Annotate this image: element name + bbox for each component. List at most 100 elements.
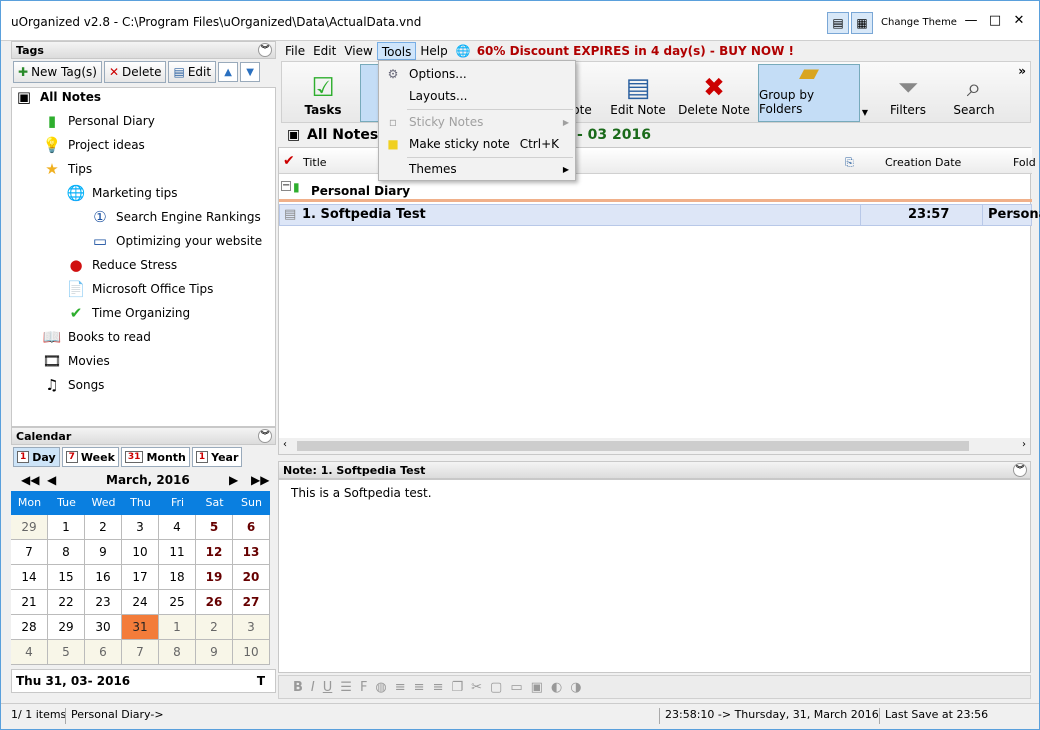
- scroll-left-icon[interactable]: ‹: [283, 439, 287, 450]
- tags-collapse-icon[interactable]: ︾: [258, 43, 272, 57]
- edit-tag-button[interactable]: ▤ Edit: [168, 61, 217, 83]
- calendar-day[interactable]: 27: [233, 590, 270, 615]
- tab-month[interactable]: 31 Month: [120, 447, 190, 467]
- tag-item-search-engine-rankings[interactable]: ① Search Engine Rankings: [90, 206, 261, 228]
- today-button[interactable]: T: [257, 674, 265, 688]
- col-creation-date[interactable]: Creation Date: [885, 156, 961, 169]
- align-center-icon[interactable]: ≡: [414, 680, 425, 695]
- bullet-list-icon[interactable]: ☰: [340, 680, 352, 695]
- tag-item-marketing-tips[interactable]: 🌐 Marketing tips: [66, 182, 178, 204]
- menu-item-make-sticky[interactable]: ■ Make sticky note Ctrl+K: [379, 133, 575, 155]
- calendar-day[interactable]: 9: [85, 540, 122, 565]
- tag-item-tips[interactable]: ★ Tips: [42, 158, 92, 180]
- calendar-day[interactable]: 3: [122, 515, 159, 540]
- theme-grid-icon[interactable]: ▦: [851, 12, 873, 34]
- color-icon[interactable]: ◍: [375, 680, 386, 695]
- calendar-day[interactable]: 19: [196, 565, 233, 590]
- tag-item-time-organizing[interactable]: ✔ Time Organizing: [66, 302, 190, 324]
- menu-help[interactable]: Help: [416, 42, 451, 60]
- menu-item-layouts[interactable]: Layouts...: [379, 85, 575, 107]
- tag-item-movies[interactable]: 🎞 Movies: [42, 350, 109, 372]
- prev-year-icon[interactable]: ◀◀: [21, 473, 39, 487]
- calendar-day[interactable]: 14: [11, 565, 48, 590]
- menu-item-options[interactable]: ⚙ Options...: [379, 63, 575, 85]
- calendar-day[interactable]: 3: [233, 615, 270, 640]
- calendar-day[interactable]: 28: [11, 615, 48, 640]
- calendar-day[interactable]: 10: [122, 540, 159, 565]
- tab-day[interactable]: 1 Day: [13, 447, 60, 467]
- menu-file[interactable]: File: [281, 42, 309, 60]
- calendar-collapse-icon[interactable]: ︾: [258, 429, 272, 443]
- tag-item-reduce-stress[interactable]: ● Reduce Stress: [66, 254, 177, 276]
- tag-item-songs[interactable]: ♫ Songs: [42, 374, 104, 396]
- calendar-day[interactable]: 7: [11, 540, 48, 565]
- tag-item-optimizing-website[interactable]: ▭ Optimizing your website: [90, 230, 262, 252]
- calendar-day[interactable]: 31: [122, 615, 159, 640]
- calendar-day[interactable]: 23: [85, 590, 122, 615]
- group-row[interactable]: − ▮ Personal Diary: [279, 178, 1032, 202]
- calendar-day[interactable]: 5: [48, 640, 85, 665]
- note-editor[interactable]: This is a Softpedia test.: [278, 479, 1031, 673]
- horizontal-scrollbar[interactable]: ‹ ›: [279, 438, 1030, 454]
- calendar-day[interactable]: 17: [122, 565, 159, 590]
- tasks-button[interactable]: ☑ Tasks: [290, 64, 356, 122]
- calendar-day[interactable]: 2: [85, 515, 122, 540]
- calendar-day[interactable]: 10: [233, 640, 270, 665]
- move-up-icon[interactable]: ▲: [218, 62, 239, 82]
- calendar-day[interactable]: 6: [85, 640, 122, 665]
- calendar-day[interactable]: 26: [196, 590, 233, 615]
- tab-year[interactable]: 1 Year: [191, 447, 243, 467]
- calendar-day[interactable]: 18: [159, 565, 196, 590]
- calendar-day[interactable]: 25: [159, 590, 196, 615]
- calendar-day[interactable]: 8: [48, 540, 85, 565]
- close-button[interactable]: ✕: [1007, 13, 1031, 33]
- save-icon[interactable]: ▣: [531, 680, 543, 695]
- scroll-thumb[interactable]: [297, 441, 969, 451]
- redo-icon[interactable]: ◑: [570, 680, 581, 695]
- calendar-day[interactable]: 16: [85, 565, 122, 590]
- collapse-group-icon[interactable]: −: [281, 181, 291, 191]
- tab-week[interactable]: 7 Week: [61, 447, 119, 467]
- change-theme-button[interactable]: Change Theme: [881, 17, 957, 28]
- calendar-day[interactable]: 6: [233, 515, 270, 540]
- delete-note-button[interactable]: ✖ Delete Note: [678, 64, 750, 122]
- group-by-folders-button[interactable]: ▰ Group by Folders: [758, 58, 860, 122]
- align-left-icon[interactable]: ≡: [395, 680, 406, 695]
- calendar-day[interactable]: 8: [159, 640, 196, 665]
- scroll-right-icon[interactable]: ›: [1022, 439, 1026, 450]
- tag-item-project-ideas[interactable]: 💡 Project ideas: [42, 134, 145, 156]
- open-icon[interactable]: ▭: [510, 680, 522, 695]
- new-tag-button[interactable]: ✚ New Tag(s): [13, 61, 102, 83]
- cut-icon[interactable]: ✂: [471, 680, 482, 695]
- menu-view[interactable]: View: [340, 42, 376, 60]
- minimize-button[interactable]: —: [959, 13, 983, 33]
- calendar-day[interactable]: 11: [159, 540, 196, 565]
- all-notes-item[interactable]: ▣ All Notes: [14, 86, 101, 108]
- calendar-day[interactable]: 13: [233, 540, 270, 565]
- calendar-day[interactable]: 20: [233, 565, 270, 590]
- move-down-icon[interactable]: ▼: [240, 62, 261, 82]
- calendar-day[interactable]: 9: [196, 640, 233, 665]
- maximize-button[interactable]: □: [983, 13, 1007, 33]
- calendar-day[interactable]: 15: [48, 565, 85, 590]
- italic-icon[interactable]: I: [311, 680, 315, 695]
- menu-item-themes[interactable]: Themes ▶: [379, 158, 575, 180]
- menu-tools[interactable]: Tools: [376, 42, 417, 60]
- search-button[interactable]: ⌕ Search: [946, 64, 1002, 122]
- calendar-day[interactable]: 5: [196, 515, 233, 540]
- calendar-day[interactable]: 30: [85, 615, 122, 640]
- calendar-day[interactable]: 2: [196, 615, 233, 640]
- promo-link[interactable]: 60% Discount EXPIRES in 4 day(s) - BUY N…: [477, 44, 794, 58]
- note-collapse-icon[interactable]: ︾: [1013, 463, 1027, 477]
- group-dropdown-icon[interactable]: ▼: [860, 64, 870, 122]
- col-title[interactable]: Title: [303, 156, 327, 169]
- bold-icon[interactable]: B: [293, 680, 303, 695]
- col-folder[interactable]: Fold: [1013, 156, 1036, 169]
- tag-item-office-tips[interactable]: 📄 Microsoft Office Tips: [66, 278, 214, 300]
- calendar-day[interactable]: 29: [11, 515, 48, 540]
- filters-button[interactable]: ⏷ Filters: [878, 64, 938, 122]
- check-icon[interactable]: ✔: [283, 153, 295, 169]
- menu-edit[interactable]: Edit: [309, 42, 340, 60]
- underline-icon[interactable]: U: [323, 680, 333, 695]
- copy-icon[interactable]: ❐: [451, 680, 463, 695]
